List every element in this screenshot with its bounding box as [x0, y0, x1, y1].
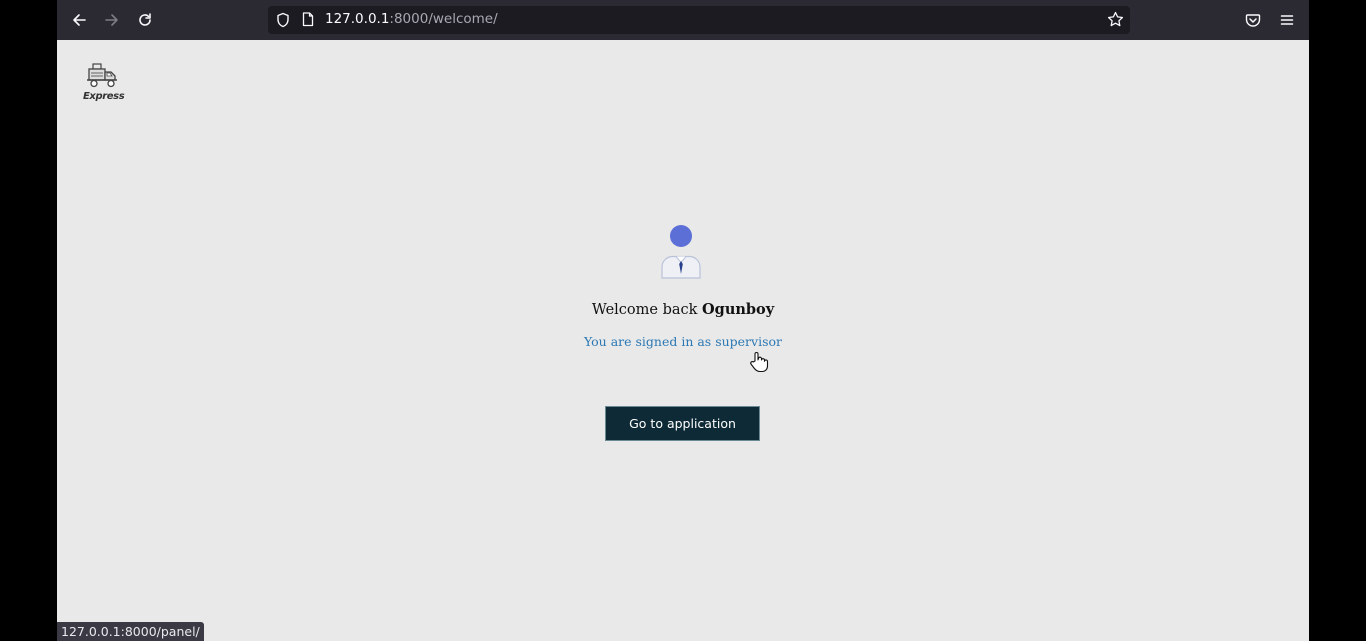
forward-icon[interactable]	[100, 8, 124, 32]
welcome-message: Welcome back Ogunboy	[591, 301, 775, 318]
user-icon	[661, 225, 701, 279]
browser-window: 127.0.0.1:8000/welcome/ Express Welcome …	[57, 0, 1309, 641]
user-name: Ogunboy	[702, 301, 775, 318]
pocket-icon[interactable]	[1241, 8, 1265, 32]
menu-icon[interactable]	[1275, 8, 1299, 32]
page-icon	[302, 12, 314, 31]
avatar	[659, 224, 703, 280]
shield-icon[interactable]	[276, 12, 290, 32]
page-content: Express Welcome back Ogunboy You are sig…	[57, 40, 1309, 641]
url-text[interactable]: 127.0.0.1:8000/welcome/	[325, 11, 498, 27]
logo-text: Express	[83, 91, 125, 102]
browser-toolbar: 127.0.0.1:8000/welcome/	[57, 0, 1309, 40]
hand-cursor-icon	[749, 351, 769, 373]
delivery-truck-icon	[87, 63, 117, 88]
address-bar[interactable]: 127.0.0.1:8000/welcome/	[268, 6, 1130, 34]
express-logo[interactable]: Express	[83, 62, 125, 106]
back-icon[interactable]	[67, 8, 91, 32]
role-link[interactable]: You are signed in as supervisor	[57, 334, 1309, 349]
star-icon[interactable]	[1107, 11, 1124, 32]
reload-icon[interactable]	[133, 8, 157, 32]
status-bar-url: 127.0.0.1:8000/panel/	[57, 622, 204, 641]
go-to-application-button[interactable]: Go to application	[605, 406, 760, 441]
